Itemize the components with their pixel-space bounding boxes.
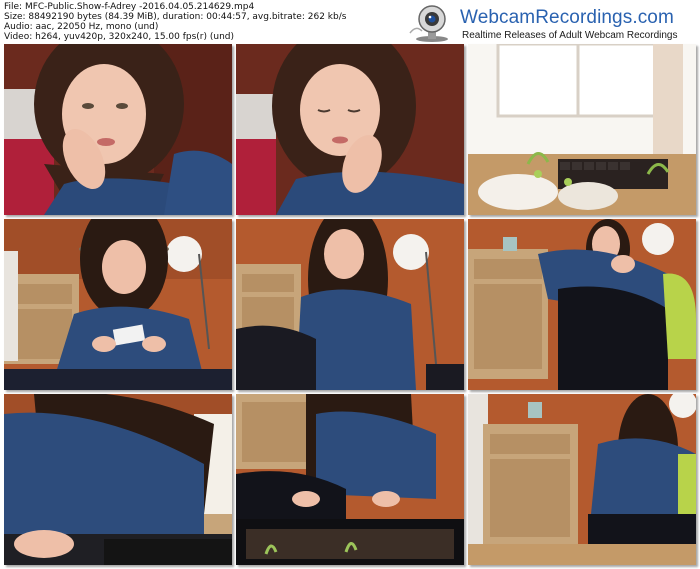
- frame-4-image: [4, 219, 232, 390]
- thumbnail-frame-3[interactable]: [468, 44, 696, 215]
- frame-3-image: [468, 44, 696, 215]
- thumbnail-grid: [0, 0, 700, 569]
- thumbnail-frame-1[interactable]: [4, 44, 232, 215]
- thumbnail-frame-6[interactable]: [468, 219, 696, 390]
- frame-2-image: [236, 44, 464, 215]
- thumbnail-frame-9[interactable]: [468, 394, 696, 565]
- frame-8-image: [236, 394, 464, 565]
- thumbnail-frame-8[interactable]: [236, 394, 464, 565]
- frame-5-image: [236, 219, 464, 390]
- frame-9-image: [468, 394, 696, 565]
- thumbnail-frame-2[interactable]: [236, 44, 464, 215]
- thumbnail-frame-5[interactable]: [236, 219, 464, 390]
- frame-6-image: [468, 219, 696, 390]
- frame-7-image: [4, 394, 232, 565]
- frame-1-image: [4, 44, 232, 215]
- thumbnail-frame-4[interactable]: [4, 219, 232, 390]
- thumbnail-frame-7[interactable]: [4, 394, 232, 565]
